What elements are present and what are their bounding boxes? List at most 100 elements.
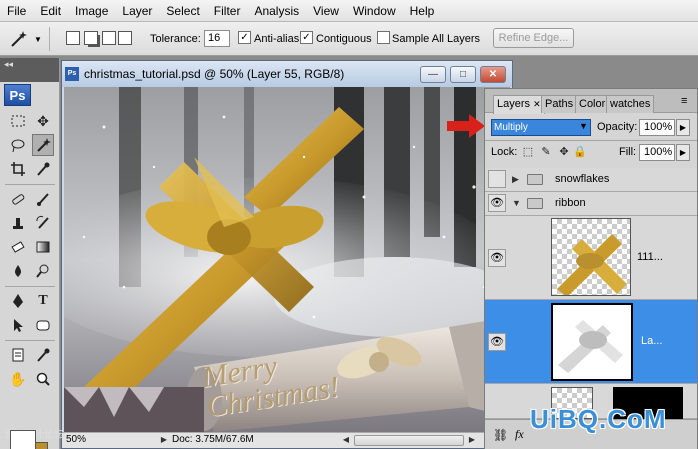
hand-tool-icon[interactable]: ✋ — [7, 368, 29, 390]
fill-input[interactable]: 100% — [639, 144, 675, 161]
menu-layer[interactable]: Layer — [115, 0, 159, 22]
document-size[interactable]: Doc: 3.75M/67.6M — [172, 433, 254, 447]
tool-preset-picker[interactable]: ▼ — [8, 27, 50, 51]
folder-icon — [527, 198, 543, 209]
notes-tool-icon[interactable] — [7, 344, 29, 366]
eraser-tool-icon[interactable] — [7, 236, 29, 258]
magic-wand-tool-icon[interactable] — [32, 134, 54, 156]
toolbox: ◂◂ Ps ✥ T ✋ — [0, 58, 60, 449]
panel-menu-icon[interactable]: ≡ — [681, 95, 687, 107]
new-selection-icon[interactable] — [66, 31, 80, 45]
lock-transparent-icon[interactable]: ⬚ — [521, 145, 535, 159]
tolerance-input[interactable]: 16 — [204, 30, 230, 47]
eye-icon[interactable]: 👁 — [488, 333, 506, 351]
status-bar: 50% Doc: 3.75M/67.6M ▶ ◀ ▶ — [62, 432, 512, 448]
refine-edge-button[interactable]: Refine Edge... — [493, 28, 574, 48]
lasso-tool-icon[interactable] — [7, 134, 29, 156]
crop-tool-icon[interactable] — [7, 158, 29, 180]
menu-edit[interactable]: Edit — [33, 0, 68, 22]
pen-tool-icon[interactable] — [7, 290, 29, 312]
fill-slider-button[interactable]: ▶ — [676, 144, 690, 161]
folder-icon — [527, 174, 543, 185]
eye-icon[interactable]: 👁 — [488, 249, 506, 267]
clone-stamp-tool-icon[interactable] — [7, 212, 29, 234]
healing-brush-tool-icon[interactable] — [7, 188, 29, 210]
document-window: Ps christmas_tutorial.psd @ 50% (Layer 5… — [61, 60, 513, 449]
zoom-tool-icon[interactable] — [32, 368, 54, 390]
minimize-button[interactable]: — — [420, 66, 446, 83]
menu-view[interactable]: View — [306, 0, 346, 22]
document-title: christmas_tutorial.psd @ 50% (Layer 55, … — [84, 67, 345, 81]
tab-layers[interactable]: Layers ✕ — [493, 95, 545, 114]
marquee-tool-icon[interactable] — [7, 110, 29, 132]
lock-all-icon[interactable]: 🔒 — [573, 145, 587, 159]
layer-name: snowflakes — [555, 173, 610, 185]
antialias-checkbox[interactable]: ✓ — [238, 31, 251, 44]
link-layers-icon[interactable]: ⛓ — [493, 428, 508, 442]
menu-select[interactable]: Select — [159, 0, 206, 22]
lock-image-icon[interactable]: ✎ — [539, 145, 553, 159]
layer-row-111[interactable]: 👁 111... — [485, 216, 697, 300]
toolbox-header[interactable]: ◂◂ — [0, 58, 59, 82]
close-icon[interactable]: ✕ — [533, 99, 541, 109]
contiguous-label: Contiguous — [316, 33, 372, 45]
menu-window[interactable]: Window — [346, 0, 403, 22]
foreground-color-swatch[interactable] — [10, 430, 36, 449]
maximize-button[interactable]: □ — [450, 66, 476, 83]
options-bar: ▼ Tolerance: 16 ✓ Anti-alias ✓ Contiguou… — [0, 22, 698, 56]
brush-tool-icon[interactable] — [32, 188, 54, 210]
menu-filter[interactable]: Filter — [207, 0, 248, 22]
divider — [5, 340, 55, 341]
shape-tool-icon[interactable] — [32, 314, 54, 336]
close-button[interactable]: ✕ — [480, 66, 506, 83]
history-brush-tool-icon[interactable] — [32, 212, 54, 234]
antialias-label: Anti-alias — [254, 33, 300, 45]
menu-file[interactable]: File — [0, 0, 33, 22]
menu-bar: File Edit Image Layer Select Filter Anal… — [0, 0, 698, 22]
menu-image[interactable]: Image — [68, 0, 115, 22]
path-selection-tool-icon[interactable] — [7, 314, 29, 336]
chevron-down-icon[interactable]: ▼ — [512, 198, 521, 208]
menu-analysis[interactable]: Analysis — [247, 0, 306, 22]
type-tool-icon[interactable]: T — [32, 290, 54, 312]
layer-row-ribbon[interactable]: 👁 ▼ ribbon — [485, 192, 697, 216]
menu-help[interactable]: Help — [403, 0, 442, 22]
chevron-down-icon[interactable]: ▼ — [579, 121, 588, 131]
lock-position-icon[interactable]: ✥ — [557, 145, 571, 159]
tab-swatches[interactable]: watches — [606, 95, 655, 113]
document-titlebar[interactable]: Ps christmas_tutorial.psd @ 50% (Layer 5… — [62, 61, 512, 87]
subtract-selection-icon[interactable] — [102, 31, 116, 45]
layer-name: ribbon — [555, 197, 586, 209]
scroll-left-icon[interactable]: ◀ — [340, 434, 352, 446]
tab-paths[interactable]: Paths — [541, 95, 578, 113]
chevron-right-icon[interactable]: ▶ — [512, 174, 519, 185]
blend-mode-select[interactable]: Multiply — [491, 119, 591, 136]
visibility-toggle[interactable] — [488, 170, 506, 188]
layer-name: La... — [641, 335, 663, 347]
divider — [5, 286, 55, 287]
scroll-right-icon[interactable]: ▶ — [466, 434, 478, 446]
add-selection-icon[interactable] — [84, 31, 98, 45]
move-tool-icon[interactable]: ✥ — [32, 110, 54, 132]
color-sampler-tool-icon[interactable] — [32, 344, 54, 366]
dodge-tool-icon[interactable] — [32, 260, 54, 282]
opacity-slider-button[interactable]: ▶ — [676, 119, 690, 136]
contiguous-checkbox[interactable]: ✓ — [300, 31, 313, 44]
layer-thumbnail — [551, 218, 631, 296]
layer-row-selected[interactable]: 👁 La... — [485, 300, 697, 384]
status-menu-arrow-icon[interactable]: ▶ — [158, 434, 170, 446]
layer-row-snowflakes[interactable]: ▶ snowflakes — [485, 168, 697, 192]
eye-icon[interactable]: 👁 — [488, 194, 506, 212]
blur-tool-icon[interactable] — [7, 260, 29, 282]
layer-style-icon[interactable]: fx — [515, 427, 524, 442]
image-canvas[interactable]: Merry Christmas! — [64, 87, 510, 432]
gradient-tool-icon[interactable] — [32, 236, 54, 258]
ps-logo[interactable]: Ps — [4, 84, 31, 106]
horizontal-scrollbar[interactable] — [354, 435, 464, 446]
sample-all-layers-checkbox[interactable] — [377, 31, 390, 44]
eyedropper-tool-icon[interactable] — [32, 158, 54, 180]
intersect-selection-icon[interactable] — [118, 31, 132, 45]
tab-color[interactable]: Color — [575, 95, 610, 113]
zoom-level[interactable]: 50% — [66, 433, 100, 447]
opacity-input[interactable]: 100% — [639, 119, 675, 136]
